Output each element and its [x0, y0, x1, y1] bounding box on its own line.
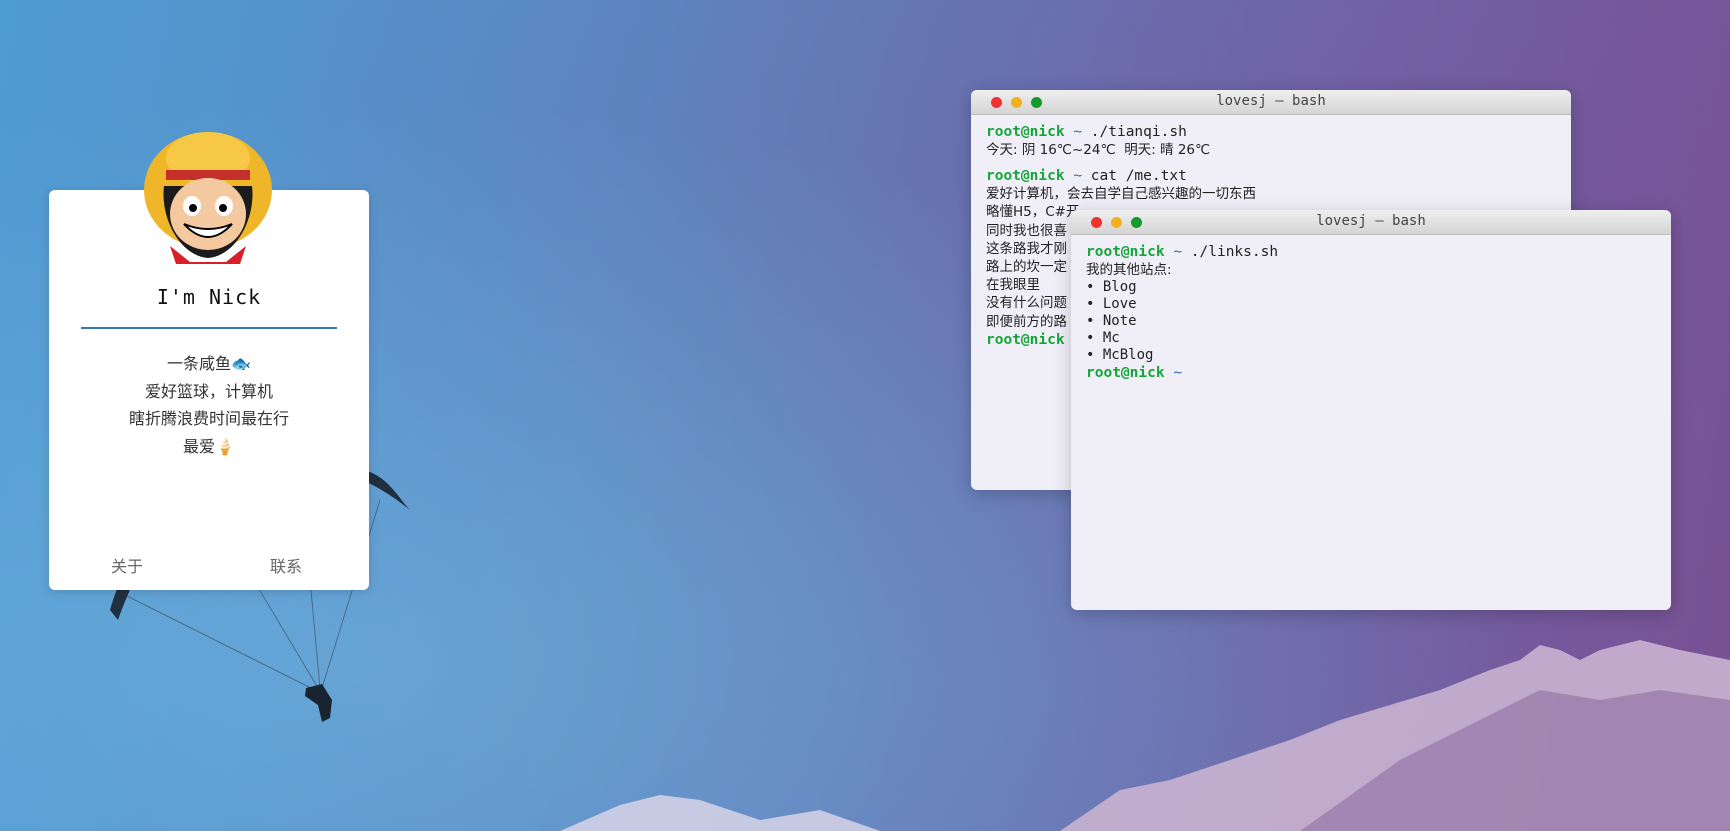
prompt-user: root@nick: [1086, 365, 1165, 382]
prompt-tilde: ~: [1073, 168, 1083, 185]
straw-hat-boy-avatar-icon: [144, 132, 272, 264]
bio-line: 一条咸鱼🐟: [167, 354, 251, 373]
site-link-mc[interactable]: Mc: [1086, 330, 1656, 347]
prompt-user: root@nick: [1086, 244, 1165, 260]
output-line: 爱好计算机，会去自学自己感兴趣的一切东西: [986, 186, 1256, 203]
prompt-tilde: ~: [1073, 124, 1083, 140]
profile-name: I'm Nick: [156, 285, 262, 309]
command-line: root@nick ~ ./links.sh: [1086, 243, 1656, 261]
prompt-user: root@nick: [986, 331, 1065, 348]
terminal-titlebar[interactable]: lovesj — bash: [1071, 210, 1671, 235]
weather-output: 今天: 阴 16℃~24℃ 明天: 晴 26℃: [986, 142, 1211, 158]
profile-divider: [81, 327, 337, 329]
about-link[interactable]: 关于: [111, 553, 143, 577]
site-link-mcblog[interactable]: McBlog: [1086, 347, 1656, 364]
site-link-blog[interactable]: Blog: [1086, 279, 1656, 296]
site-link-love[interactable]: Love: [1086, 296, 1656, 313]
prompt-user: root@nick: [986, 168, 1065, 185]
links-list: Blog Love Note Mc McBlog: [1086, 279, 1656, 364]
bio-line: 最爱🍦: [183, 436, 235, 456]
command-text: ./links.sh: [1190, 244, 1279, 260]
command-line: root@nick ~ ./tianqi.sh: [986, 123, 1556, 141]
terminal-title: lovesj — bash: [1316, 213, 1426, 229]
contact-link[interactable]: 联系: [270, 553, 302, 577]
prompt-user: root@nick: [986, 124, 1065, 140]
bio-line: 瞎折腾浪费时间最在行: [128, 409, 289, 428]
profile-bio: 一条咸鱼🐟 爱好篮球，计算机 瞎折腾浪费时间最在行 最爱🍦: [49, 350, 369, 460]
bio-line: 爱好篮球，计算机: [144, 381, 273, 401]
command-line: root@nick ~ cat /me.txt: [986, 167, 1556, 185]
prompt-tilde: ~: [1173, 244, 1183, 260]
paraglider-pilot: [305, 684, 332, 722]
links-heading: 我的其他站点:: [1086, 262, 1172, 278]
prompt-tilde: ~: [1173, 365, 1183, 382]
site-link-note[interactable]: Note: [1086, 313, 1656, 330]
terminal-window-links[interactable]: lovesj — bash root@nick ~ ./links.sh 我的其…: [1071, 210, 1671, 610]
mountains: [560, 795, 880, 831]
command-text: cat /me.txt: [1090, 168, 1187, 185]
command-text: ./tianqi.sh: [1090, 124, 1187, 140]
command-line: root@nick ~: [1086, 364, 1656, 382]
terminal-title: lovesj — bash: [1216, 93, 1326, 109]
terminal-output: root@nick ~ ./links.sh 我的其他站点: Blog Love…: [1071, 235, 1671, 390]
terminal-titlebar[interactable]: lovesj — bash: [971, 90, 1571, 115]
